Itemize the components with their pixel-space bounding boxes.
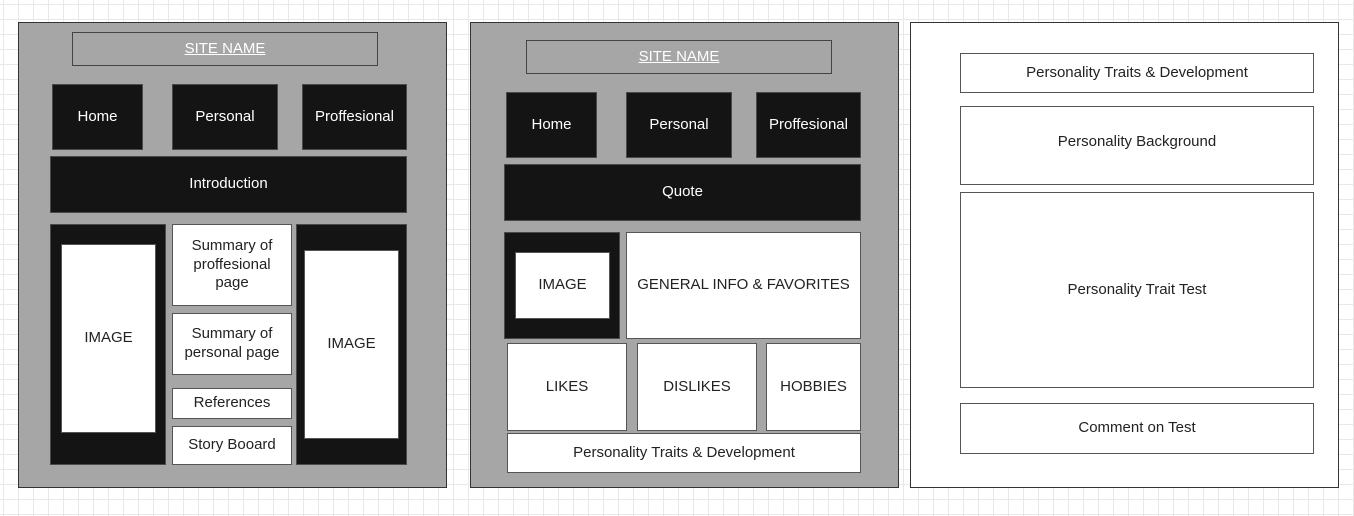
personality-trait-test-box[interactable]: Personality Trait Test: [960, 192, 1314, 388]
summary-personal-box[interactable]: Summary of personal page: [172, 313, 292, 375]
summary-proffesional-box[interactable]: Summary of proffesional page: [172, 224, 292, 306]
hobbies-box[interactable]: HOBBIES: [766, 343, 861, 431]
traits-development-box[interactable]: Personality Traits & Development: [507, 433, 861, 473]
traits-development-box[interactable]: Personality Traits & Development: [960, 53, 1314, 93]
image-placeholder: IMAGE: [515, 252, 610, 319]
nav-proffesional[interactable]: Proffesional: [756, 92, 861, 158]
site-name-header[interactable]: SITE NAME: [526, 40, 832, 74]
nav-proffesional[interactable]: Proffesional: [302, 84, 407, 150]
dislikes-box[interactable]: DISLIKES: [637, 343, 757, 431]
introduction-banner: Introduction: [50, 156, 407, 213]
right-image-placeholder: IMAGE: [304, 250, 399, 439]
left-image-placeholder: IMAGE: [61, 244, 156, 433]
personality-background-box[interactable]: Personality Background: [960, 106, 1314, 185]
comment-on-test-box[interactable]: Comment on Test: [960, 403, 1314, 454]
quote-banner: Quote: [504, 164, 861, 221]
site-name-header[interactable]: SITE NAME: [72, 32, 378, 66]
nav-personal[interactable]: Personal: [172, 84, 278, 150]
likes-box[interactable]: LIKES: [507, 343, 627, 431]
nav-home[interactable]: Home: [506, 92, 597, 158]
general-info-box[interactable]: GENERAL INFO & FAVORITES: [626, 232, 861, 339]
nav-personal[interactable]: Personal: [626, 92, 732, 158]
references-box[interactable]: References: [172, 388, 292, 419]
nav-home[interactable]: Home: [52, 84, 143, 150]
story-board-box[interactable]: Story Booard: [172, 426, 292, 465]
